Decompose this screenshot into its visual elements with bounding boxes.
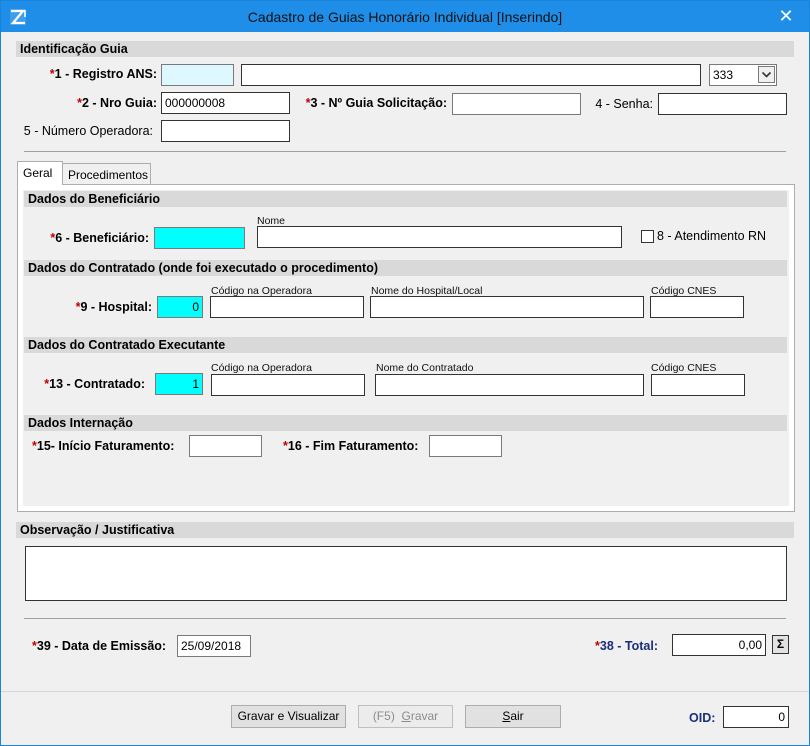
executante-codigo-input[interactable] — [211, 374, 365, 396]
sair-button[interactable]: Sair — [465, 705, 561, 728]
fim-faturamento-input[interactable] — [429, 435, 502, 457]
hospital-label: *9 - Hospital: — [75, 300, 152, 314]
section-contratado: Dados do Contratado (onde foi executado … — [24, 260, 787, 276]
atendimento-rn-checkbox[interactable] — [641, 230, 654, 243]
contratado-label: *13 - Contratado: — [44, 377, 145, 391]
guia-solicitacao-input[interactable] — [452, 93, 581, 115]
inicio-faturamento-label: *15- Início Faturamento: — [32, 439, 175, 453]
hospital-nome-input[interactable] — [370, 296, 644, 318]
hospital-input[interactable]: 0 — [157, 296, 203, 318]
section-observacao: Observação / Justificativa — [16, 522, 794, 538]
sum-button[interactable]: Σ — [772, 635, 789, 654]
registro-ans-input[interactable] — [161, 64, 234, 86]
title-bar: Cadastro de Guias Honorário Individual [… — [1, 1, 809, 32]
executante-nome-input[interactable] — [375, 374, 644, 396]
registro-ans-name-input[interactable] — [241, 64, 701, 86]
data-emissao-input[interactable]: 25/09/2018 — [177, 635, 251, 657]
total-label: *38 - Total: — [595, 639, 658, 653]
inicio-faturamento-input[interactable] — [189, 435, 262, 457]
gravar-button[interactable]: (F5) Gravar — [358, 705, 453, 728]
guia-solicitacao-label: *3 - Nº Guia Solicitação: — [305, 96, 447, 110]
fim-faturamento-label: *16 - Fim Faturamento: — [283, 439, 419, 453]
data-emissao-label: *39 - Data de Emissão: — [32, 639, 167, 653]
registro-ans-select-value: 333 — [713, 68, 734, 82]
separator — [24, 618, 786, 619]
tab-procedimentos[interactable]: Procedimentos — [62, 163, 151, 185]
main-window: Cadastro de Guias Honorário Individual [… — [0, 0, 810, 746]
nro-guia-label: *2 - Nro Guia: — [77, 96, 157, 110]
registro-ans-label: *1 - Registro ANS: — [49, 67, 157, 81]
nro-guia-input[interactable]: 000000008 — [161, 92, 290, 114]
senha-label: 4 - Senha: — [595, 97, 653, 111]
section-executante: Dados do Contratado Executante — [24, 337, 787, 353]
section-identificacao-guia: Identificação Guia — [16, 41, 794, 57]
footer-separator — [1, 691, 809, 692]
hospital-cnes-input[interactable] — [650, 296, 744, 318]
senha-input[interactable] — [658, 93, 787, 115]
close-button[interactable]: ✕ — [763, 1, 809, 31]
oid-label: OID: — [689, 711, 716, 725]
hospital-codigo-input[interactable] — [210, 296, 364, 318]
total-input[interactable]: 0,00 — [672, 634, 766, 656]
executante-codigo-caption: Código na Operadora — [211, 362, 312, 374]
separator — [24, 151, 786, 152]
beneficiario-nome-input[interactable] — [257, 226, 622, 248]
numero-operadora-label: 5 - Número Operadora: — [23, 124, 153, 138]
gravar-visualizar-button[interactable]: Gravar e Visualizar — [231, 705, 346, 728]
contratado-input[interactable]: 1 — [155, 373, 203, 395]
oid-input[interactable]: 0 — [723, 706, 789, 728]
section-internacao: Dados Internação — [24, 415, 787, 431]
executante-cnes-caption: Código CNES — [651, 362, 717, 374]
executante-cnes-input[interactable] — [651, 374, 745, 396]
executante-nome-caption: Nome do Contratado — [376, 362, 474, 374]
beneficiario-input[interactable] — [154, 227, 245, 249]
numero-operadora-input[interactable] — [161, 120, 290, 142]
tab-geral[interactable]: Geral — [17, 161, 63, 185]
atendimento-rn-label: 8 - Atendimento RN — [657, 229, 767, 243]
chevron-down-icon[interactable] — [758, 66, 775, 83]
beneficiario-label: *6 - Beneficiário: — [50, 231, 149, 245]
observacao-textarea[interactable] — [25, 546, 787, 601]
window-title: Cadastro de Guias Honorário Individual [… — [247, 9, 563, 25]
section-beneficiario: Dados do Beneficiário — [24, 191, 787, 207]
